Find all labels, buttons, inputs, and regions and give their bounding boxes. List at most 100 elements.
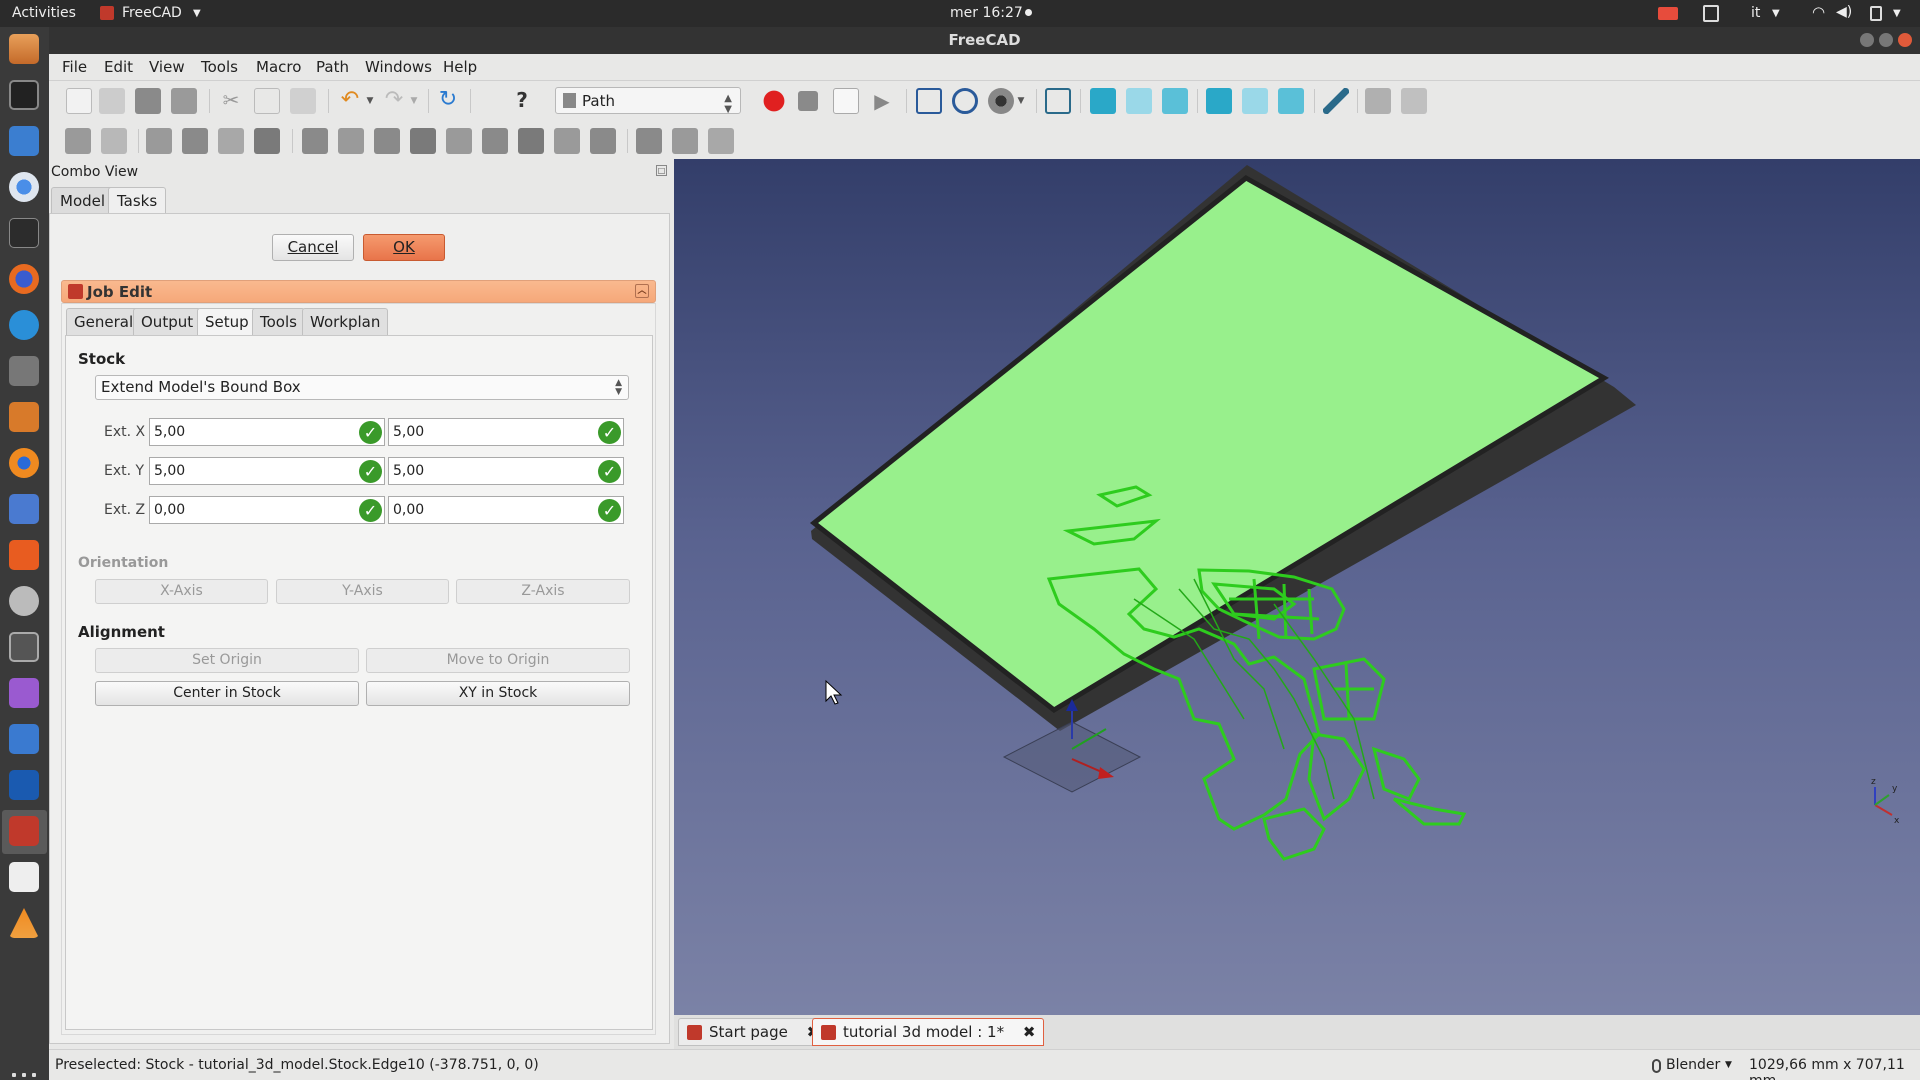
cancel-button[interactable]: Cancel [272,234,354,261]
editor-icon[interactable] [9,310,39,340]
menu-tools[interactable]: Tools [201,58,238,76]
waterline-icon[interactable] [672,128,698,154]
software-center-icon[interactable] [9,540,39,570]
xy-in-stock-button[interactable]: XY in Stock [366,681,630,706]
cut-icon[interactable]: ✂ [218,88,244,114]
isometric-view-icon[interactable] [1045,88,1071,114]
macro-stop-icon[interactable] [798,91,818,111]
draw-style-icon[interactable] [988,88,1014,114]
drilling-icon[interactable] [446,128,472,154]
open-icon[interactable] [99,88,125,114]
tab-output[interactable]: Output [133,308,202,336]
profile-edges-icon[interactable] [338,128,364,154]
z-axis-button[interactable]: Z-Axis [456,579,630,604]
path-post-process-icon[interactable] [101,128,127,154]
gimp-icon[interactable] [9,356,39,386]
undo-dropdown-icon[interactable]: ▼ [364,88,376,114]
input-language[interactable]: it [1751,5,1760,21]
tab-tasks[interactable]: Tasks [108,187,167,214]
undo-icon[interactable]: ↶ [337,88,363,114]
volume-icon[interactable]: ◀) [1836,4,1852,20]
menu-macro[interactable]: Macro [256,58,301,76]
navigation-style[interactable]: Blender [1666,1057,1720,1073]
redo-dropdown-icon[interactable]: ▼ [408,88,420,114]
vlc-icon[interactable] [9,908,39,938]
tab-general[interactable]: General [66,308,142,336]
ext-x-neg-field[interactable]: 5,00 ✓ [149,418,385,446]
ok-button[interactable]: OK [363,234,445,261]
close-button[interactable] [1898,33,1912,47]
tab-workplan[interactable]: Workplan [302,308,389,336]
rear-view-icon[interactable] [1206,88,1232,114]
save-icon[interactable] [135,88,161,114]
ext-z-pos-field[interactable]: 0,00 ✓ [388,496,624,524]
system-menu-arrow-icon[interactable]: ▼ [1893,8,1901,19]
pocket-3d-icon[interactable] [410,128,436,154]
x-axis-button[interactable]: X-Axis [95,579,268,604]
draw-style-dropdown-icon[interactable]: ▼ [1015,88,1027,114]
navigation-style-arrow-icon[interactable]: ▼ [1725,1060,1732,1070]
ext-x-pos-field[interactable]: 5,00 ✓ [388,418,624,446]
media-icon[interactable] [9,678,39,708]
maximize-button[interactable] [1879,33,1893,47]
menu-view[interactable]: View [149,58,185,76]
writer-icon[interactable] [9,126,39,156]
set-origin-button[interactable]: Set Origin [95,648,359,673]
group-folder-icon[interactable] [1401,88,1427,114]
virtualbox-icon[interactable] [9,770,39,800]
stock-icon[interactable] [254,128,280,154]
firefox-icon[interactable] [9,264,39,294]
clock[interactable]: mer 16:27 [950,5,1023,21]
camera-icon[interactable] [9,632,39,662]
print-icon[interactable] [171,88,197,114]
draw-icon[interactable] [9,402,39,432]
engrave-icon[interactable] [590,128,616,154]
settings-icon[interactable] [9,586,39,616]
part-icon[interactable] [1365,88,1391,114]
ext-z-neg-field[interactable]: 0,00 ✓ [149,496,385,524]
macro-edit-icon[interactable] [833,88,859,114]
menu-windows[interactable]: Windows [365,58,432,76]
redo-icon[interactable]: ↷ [381,88,407,114]
3d-surface-icon[interactable] [636,128,662,154]
tab-setup[interactable]: Setup [197,308,257,336]
app-menu-arrow-icon[interactable]: ▼ [193,8,201,19]
freecad-dock-icon[interactable] [9,816,39,846]
workbench-selector[interactable]: Path ▲ ▼ [555,87,741,115]
move-to-origin-button[interactable]: Move to Origin [366,648,630,673]
close-tab-icon[interactable]: ✖ [1023,1023,1036,1041]
tool-controller-icon[interactable] [146,128,172,154]
adaptive-icon[interactable] [554,128,580,154]
helix-icon[interactable] [518,128,544,154]
tab-model[interactable]: Model [51,187,115,214]
app-menu[interactable]: FreeCAD [122,5,182,21]
pocket-shape-icon[interactable] [374,128,400,154]
network-tool-icon[interactable] [9,724,39,754]
profile-icon[interactable] [302,128,328,154]
language-arrow-icon[interactable]: ▼ [1772,8,1780,19]
screen-record-icon[interactable] [1658,7,1678,20]
3d-viewport[interactable]: z y x [674,159,1920,1015]
collapse-icon[interactable]: ︿ [635,284,649,298]
chromium-icon[interactable] [9,172,39,202]
right-view-icon[interactable] [1162,88,1188,114]
show-applications-icon[interactable] [12,1073,36,1080]
path-job-icon[interactable] [65,128,91,154]
dressup-icon[interactable] [708,128,734,154]
screenshot-tool-icon[interactable] [9,494,39,524]
activities-button[interactable]: Activities [12,5,76,21]
tool-library-icon[interactable] [182,128,208,154]
whats-this-icon[interactable]: ? [509,88,535,114]
minimize-button[interactable] [1860,33,1874,47]
inkscape-icon[interactable] [9,80,39,110]
center-in-stock-button[interactable]: Center in Stock [95,681,359,706]
stock-type-select[interactable]: Extend Model's Bound Box ▲ ▼ [95,375,629,400]
top-view-icon[interactable] [1126,88,1152,114]
tab-start-page[interactable]: Start page ✖ [678,1018,829,1046]
bottom-view-icon[interactable] [1242,88,1268,114]
ext-y-pos-field[interactable]: 5,00 ✓ [388,457,624,485]
menu-edit[interactable]: Edit [104,58,133,76]
terminal-icon[interactable] [9,218,39,248]
clipboard-icon[interactable] [1703,5,1719,22]
copy-icon[interactable] [254,88,280,114]
